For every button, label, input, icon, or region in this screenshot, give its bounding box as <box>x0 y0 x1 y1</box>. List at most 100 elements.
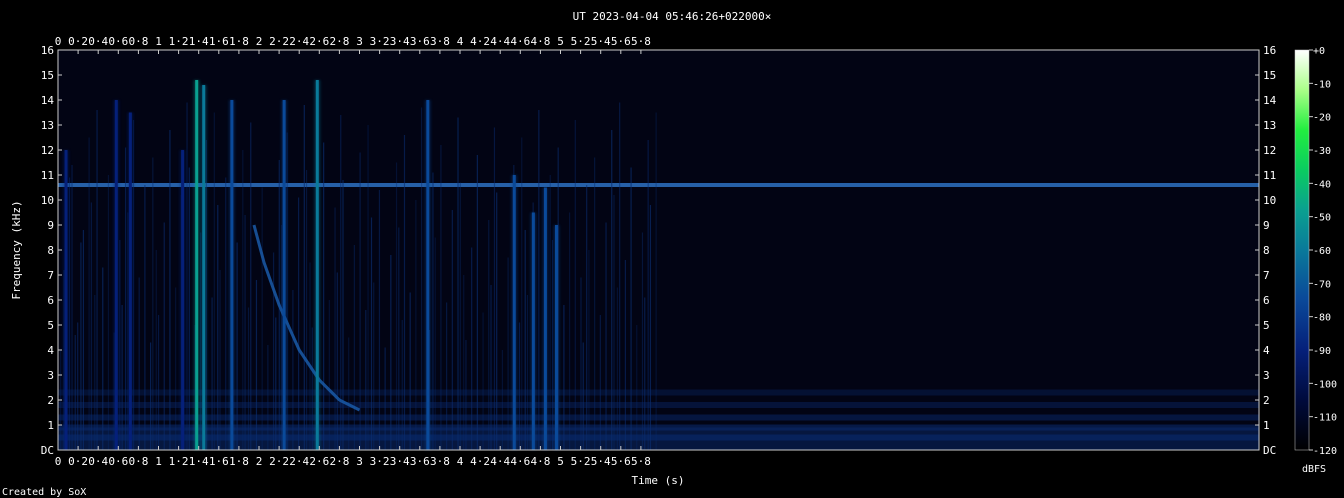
noise-streak <box>96 110 98 450</box>
noise-streak <box>370 217 373 450</box>
x-tick-label-bottom: 2·4 <box>289 455 309 468</box>
low-frequency-band <box>58 402 1259 408</box>
x-tick-label-bottom: 5·8 <box>631 455 651 468</box>
x-tick-label-bottom: 0·2 <box>68 455 88 468</box>
noise-streak <box>323 142 325 450</box>
impulse-line <box>315 80 319 450</box>
noise-streak <box>451 210 453 450</box>
x-tick-label-top: 2 <box>256 35 263 48</box>
noise-streak <box>641 232 644 450</box>
noise-streak <box>359 152 361 450</box>
y-tick-label-left: 15 <box>41 69 54 82</box>
noise-streak <box>616 287 619 450</box>
noise-streak <box>384 347 386 450</box>
noise-streak <box>518 322 521 450</box>
x-tick-label-top: 4·4 <box>490 35 510 48</box>
x-tick-label-bottom: 5·2 <box>571 455 591 468</box>
noise-streak <box>94 295 96 450</box>
noise-streak <box>169 130 171 450</box>
x-tick-label-top: 0·8 <box>128 35 148 48</box>
noise-streak <box>390 255 392 450</box>
noise-streak <box>74 335 76 450</box>
noise-streak <box>152 157 154 450</box>
noise-streak <box>524 230 526 450</box>
noise-streak <box>305 170 308 450</box>
x-tick-label-top: 0·6 <box>108 35 128 48</box>
noise-streak <box>624 260 626 450</box>
colorbar-tick-label: -100 <box>1313 379 1337 390</box>
impulse-line <box>202 85 206 450</box>
y-tick-label-right: 5 <box>1263 319 1270 332</box>
noise-streak <box>446 302 448 450</box>
y-tick-label-right: 11 <box>1263 169 1276 182</box>
noise-streak <box>121 305 123 450</box>
x-tick-label-bottom: 3 <box>356 455 363 468</box>
noise-streak <box>68 177 71 450</box>
noise-streak <box>88 137 90 450</box>
colorbar-tick-label: -10 <box>1313 79 1331 90</box>
spectrogram-chart: UT 2023-04-04 05:46:26+022000× 0 0·2 0·4 0·… <box>2 10 1337 498</box>
noise-streak <box>655 112 657 450</box>
noise-streak <box>219 270 221 450</box>
y-tick-label-left: 2 <box>47 394 54 407</box>
noise-streak <box>82 230 85 450</box>
x-tick-label-bottom: 4·4 <box>490 455 510 468</box>
y-tick-label-right: 16 <box>1263 44 1276 57</box>
y-tick-label-left: 5 <box>47 319 54 332</box>
colorbar-tick-label: -30 <box>1313 146 1331 157</box>
x-tick-label-top: 2·2 <box>269 35 289 48</box>
y-tick-label-right: 13 <box>1263 119 1276 132</box>
noise-streak <box>420 107 423 450</box>
y-tick-label-right: 1 <box>1263 419 1270 432</box>
noise-streak <box>403 135 406 450</box>
noise-streak <box>298 197 300 450</box>
x-tick-label-bottom: 1·4 <box>189 455 209 468</box>
x-tick-label-bottom: 4 <box>457 455 464 468</box>
noise-streak <box>157 315 160 450</box>
impulse-line <box>512 175 516 450</box>
colorbar-tick-label: -110 <box>1313 413 1337 424</box>
colorbar-tick-label: -120 <box>1313 446 1337 457</box>
y-tick-label-right: 4 <box>1263 344 1270 357</box>
noise-streak <box>378 190 381 450</box>
colorbar-tick-label: -20 <box>1313 113 1331 124</box>
colorbar: +0 -10 -20 -30 -40 -50 -60 -70 -80 -90 -100 -110 -12… <box>1294 46 1337 475</box>
y-tick-label-right: 8 <box>1263 244 1270 257</box>
noise-streak <box>236 242 238 450</box>
x-tick-label-top: 5 <box>557 35 564 48</box>
noise-streak <box>496 192 498 450</box>
impulse-line <box>128 112 132 450</box>
noise-streak <box>144 185 146 450</box>
x-tick-label-bottom: 0 <box>55 455 62 468</box>
x-tick-label-top: 3 <box>356 35 363 48</box>
noise-streak <box>549 175 551 450</box>
noise-streak <box>334 207 336 450</box>
noise-streak <box>563 305 565 450</box>
noise-streak <box>90 202 92 450</box>
noise-streak <box>582 342 584 450</box>
colorbar-tick-label: -90 <box>1313 346 1331 357</box>
noise-streak <box>493 127 496 450</box>
noise-streak <box>644 297 646 450</box>
x-tick-label-top: 0 <box>55 35 62 48</box>
y-tick-label-right: 10 <box>1263 194 1276 207</box>
noise-streak <box>471 247 473 450</box>
y-tick-label-right: 15 <box>1263 69 1276 82</box>
impulse-line <box>114 100 118 450</box>
y-tick-label-left: 8 <box>47 244 54 257</box>
colorbar-tick-label: -80 <box>1313 313 1331 324</box>
colorbar-label: dBFS <box>1302 464 1326 475</box>
noise-streak <box>119 240 121 450</box>
plot-area <box>57 49 1260 451</box>
impulse-line <box>195 80 199 450</box>
noise-streak <box>568 212 571 450</box>
x-axis-label: Time (s) <box>632 474 685 487</box>
y-tick-label-left: 16 <box>41 44 54 57</box>
x-tick-label-top: 1·2 <box>169 35 189 48</box>
noise-streak <box>538 110 540 450</box>
y-tick-label-right: 3 <box>1263 369 1270 382</box>
x-tick-label-top: 5·8 <box>631 35 651 48</box>
impulse-line <box>426 100 430 450</box>
noise-streak <box>188 167 190 450</box>
y-tick-label-left: 14 <box>41 94 55 107</box>
